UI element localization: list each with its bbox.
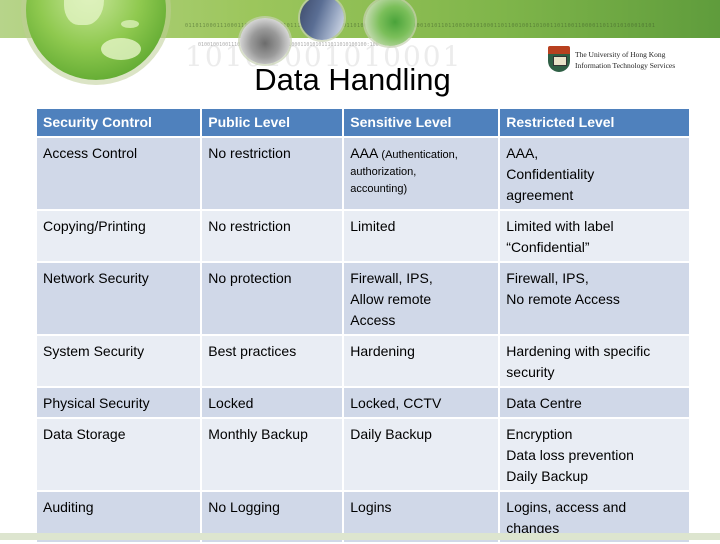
cell-line: Locked, CCTV <box>350 395 442 411</box>
globe-landmass-island <box>121 20 139 28</box>
cell-line: Firewall, IPS, <box>506 270 589 286</box>
page-title: Data Handling <box>254 62 451 97</box>
cell-control: Access Control <box>37 138 203 211</box>
cell-line: Data Centre <box>506 395 582 411</box>
cell-line: “Confidential” <box>506 239 590 255</box>
cell-restricted: Firewall, IPS, No remote Access <box>500 263 689 336</box>
cell-control: Network Security <box>37 263 203 336</box>
cell-control: System Security <box>37 336 203 388</box>
data-handling-table: Security Control Public Level Sensitive … <box>37 109 689 544</box>
cell-line: Allow remote <box>350 291 432 307</box>
cell-public: Best practices <box>202 336 345 388</box>
cell-line: AAA, <box>506 145 539 161</box>
cell-line: Access <box>350 312 396 328</box>
cell-line: No Logging <box>208 499 280 515</box>
cell-line: Firewall, IPS, <box>350 270 433 286</box>
cell-sensitive: Locked, CCTV <box>344 388 501 419</box>
header-restricted-level: Restricted Level <box>500 109 689 138</box>
header-security-control: Security Control <box>37 109 203 138</box>
cell-line: No remote Access <box>506 291 620 307</box>
table-row: Network Security No protection Firewall,… <box>37 263 689 336</box>
cell-restricted: Hardening with specific security <box>500 336 689 388</box>
cell-public: No restriction <box>202 138 345 211</box>
photo-office-workers <box>240 18 290 64</box>
cell-line: Locked <box>208 395 254 411</box>
cell-sensitive: Limited <box>344 211 501 263</box>
header-sensitive-level: Sensitive Level <box>344 109 501 138</box>
cell-line: Daily Backup <box>350 426 432 442</box>
cell-sensitive: Daily Backup <box>344 419 501 492</box>
university-name: The University of Hong Kong <box>575 50 666 59</box>
cell-sensitive: Hardening <box>344 336 501 388</box>
cell-line: agreement <box>506 187 574 203</box>
table-row: Physical Security Locked Locked, CCTV Da… <box>37 388 689 419</box>
cell-public: No restriction <box>202 211 345 263</box>
photo-students <box>365 0 415 46</box>
globe-landmass-asia <box>64 0 104 25</box>
header-public-level: Public Level <box>202 109 345 138</box>
cell-control: Physical Security <box>37 388 203 419</box>
cell-line: No restriction <box>208 218 291 234</box>
table-row: Data Storage Monthly Backup Daily Backup… <box>37 419 689 492</box>
cell-line: Daily Backup <box>506 468 588 484</box>
cell-note: accounting) <box>350 183 408 195</box>
cell-control: Copying/Printing <box>37 211 203 263</box>
cell-line: Logins, access and <box>506 499 627 515</box>
cell-line: Limited <box>350 218 396 234</box>
cell-line: No restriction <box>208 145 291 161</box>
cell-line: AAA <box>350 145 378 161</box>
cell-sensitive: Firewall, IPS, Allow remote Access <box>344 263 501 336</box>
globe-landmass-australia <box>101 38 141 60</box>
cell-restricted: AAA, Confidentiality agreement <box>500 138 689 211</box>
table-row: Copying/Printing No restriction Limited … <box>37 211 689 263</box>
cell-line: Best practices <box>208 343 297 359</box>
footer-band <box>0 533 720 540</box>
table-header-row: Security Control Public Level Sensitive … <box>37 109 689 138</box>
table-row: Access Control No restriction AAA (Authe… <box>37 138 689 211</box>
cell-note: (Authentication, <box>381 149 458 161</box>
cell-restricted: Limited with label “Confidential” <box>500 211 689 263</box>
cell-public: Monthly Backup <box>202 419 345 492</box>
cell-line: Hardening <box>350 343 415 359</box>
cell-restricted: Encryption Data loss prevention Daily Ba… <box>500 419 689 492</box>
table-row: System Security Best practices Hardening… <box>37 336 689 388</box>
cell-line: No protection <box>208 270 292 286</box>
cell-public: Locked <box>202 388 345 419</box>
cell-note: authorization, <box>350 166 417 178</box>
cell-line: security <box>506 364 555 380</box>
cell-line: Data loss prevention <box>506 447 634 463</box>
cell-sensitive: AAA (Authentication, authorization, acco… <box>344 138 501 211</box>
cell-line: Encryption <box>506 426 573 442</box>
cell-line: Limited with label <box>506 218 614 234</box>
cell-line: Monthly Backup <box>208 426 308 442</box>
cell-line: Hardening with specific <box>506 343 651 359</box>
cell-control: Data Storage <box>37 419 203 492</box>
cell-line: Confidentiality <box>506 166 595 182</box>
cell-restricted: Data Centre <box>500 388 689 419</box>
cell-public: No protection <box>202 263 345 336</box>
cell-line: Logins <box>350 499 392 515</box>
